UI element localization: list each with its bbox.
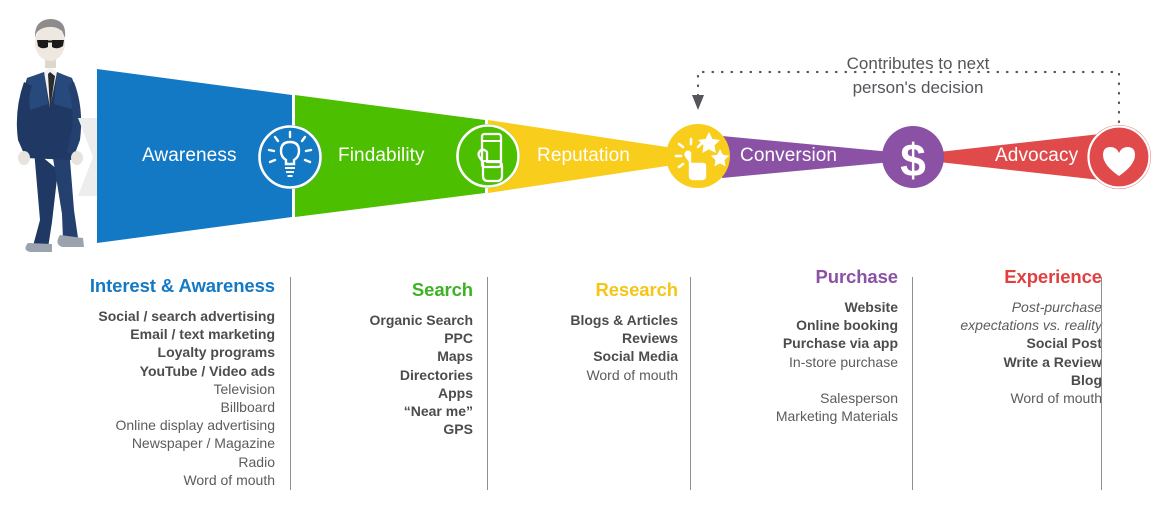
column-item: YouTube / Video ads (139, 362, 275, 379)
column-heading: Interest & Awareness (89, 275, 275, 296)
column-item: Word of mouth (183, 471, 275, 488)
column-item: Write a Review (1003, 353, 1102, 370)
column-item: Directories (399, 366, 473, 383)
detail-column-search: Search Organic Search PPC Maps Directories A… (300, 279, 474, 438)
column-item: “Near me” (403, 403, 473, 420)
column-item: Television (213, 380, 275, 397)
column-heading: Experience (1004, 266, 1102, 287)
column-heading: Search (411, 279, 473, 300)
column-item-list: Social / search advertising Email / text … (20, 307, 275, 489)
column-item-list: Website Online booking Purchase via app In-… (705, 298, 898, 425)
column-divider-2 (487, 277, 488, 490)
column-item: Radio (238, 453, 275, 470)
column-divider-3 (690, 277, 691, 490)
column-item: Purchase via app (782, 335, 898, 352)
column-divider-4 (912, 277, 913, 490)
column-item: Newspaper / Magazine (131, 435, 275, 452)
column-item: Apps (438, 384, 473, 401)
column-item: Post-purchase (1011, 299, 1102, 315)
businessman-illustration (16, 19, 84, 252)
column-item: Salesperson (820, 389, 898, 406)
column-item: Blogs & Articles (570, 312, 678, 328)
finger-stars-icon (666, 124, 730, 188)
column-item: Word of mouth (586, 366, 678, 383)
column-item: Billboard (220, 399, 275, 416)
feedback-annotation: Contributes to next person's decision (820, 52, 1016, 100)
column-item-list: Organic Search PPC Maps Directories Apps “Nea… (300, 311, 474, 438)
dollar-icon: $ (882, 126, 944, 188)
column-item: GPS (443, 421, 473, 438)
column-item: PPC (444, 330, 473, 347)
funnel-graphic: $ (16, 19, 1151, 252)
column-item: Maps (437, 348, 473, 365)
hand-phone-icon (456, 124, 520, 188)
svg-text:$: $ (900, 134, 926, 186)
column-item: Social Post (1026, 335, 1102, 352)
column-item: Marketing Materials (775, 408, 898, 425)
column-item: Email / text marketing (130, 326, 275, 343)
funnel-label-advocacy: Advocacy (995, 145, 1079, 166)
column-item: Website (844, 299, 898, 315)
column-item: Blog (1070, 371, 1102, 388)
annotation-line-2: person's decision (852, 78, 984, 97)
column-item-list: Blogs & Articles Reviews Social Media Word … (500, 311, 678, 384)
annotation-line-1: Contributes to next (846, 54, 990, 73)
funnel-label-reputation: Reputation (537, 145, 630, 166)
funnel-label-awareness: Awareness (142, 145, 237, 166)
column-item: expectations vs. reality (960, 317, 1102, 334)
column-item: Organic Search (369, 312, 474, 328)
lightbulb-icon (258, 125, 322, 189)
heart-icon (1087, 125, 1151, 189)
detail-column-research: Research Blogs & Articles Reviews Social M… (500, 279, 678, 384)
column-divider-1 (290, 277, 291, 490)
column-heading: Purchase (815, 266, 899, 287)
column-heading: Research (595, 279, 678, 300)
column-item: Loyalty programs (157, 344, 275, 361)
funnel-infographic: $ Awareness Findability Reputation Conve… (0, 0, 1169, 512)
column-item: Social Media (593, 348, 678, 365)
column-item: Word of mouth (1010, 390, 1102, 407)
detail-column-experience: Experience Post-purchase expectations vs.… (925, 266, 1102, 407)
detail-column-interest-awareness: Interest & Awareness Social / search adv… (20, 275, 275, 489)
funnel-label-findability: Findability (338, 145, 425, 166)
column-item: Social / search advertising (98, 308, 275, 324)
column-item-spacer (705, 371, 898, 389)
detail-column-purchase: Purchase Website Online booking Purchase v… (705, 266, 898, 425)
column-item: Online display advertising (115, 417, 275, 434)
column-item: Reviews (621, 330, 678, 347)
column-item-list: Post-purchase expectations vs. reality Soc… (925, 298, 1102, 407)
funnel-label-conversion: Conversion (740, 145, 838, 166)
column-item: In-store purchase (789, 353, 898, 370)
column-item: Online booking (796, 317, 898, 334)
column-divider-5 (1101, 277, 1102, 490)
